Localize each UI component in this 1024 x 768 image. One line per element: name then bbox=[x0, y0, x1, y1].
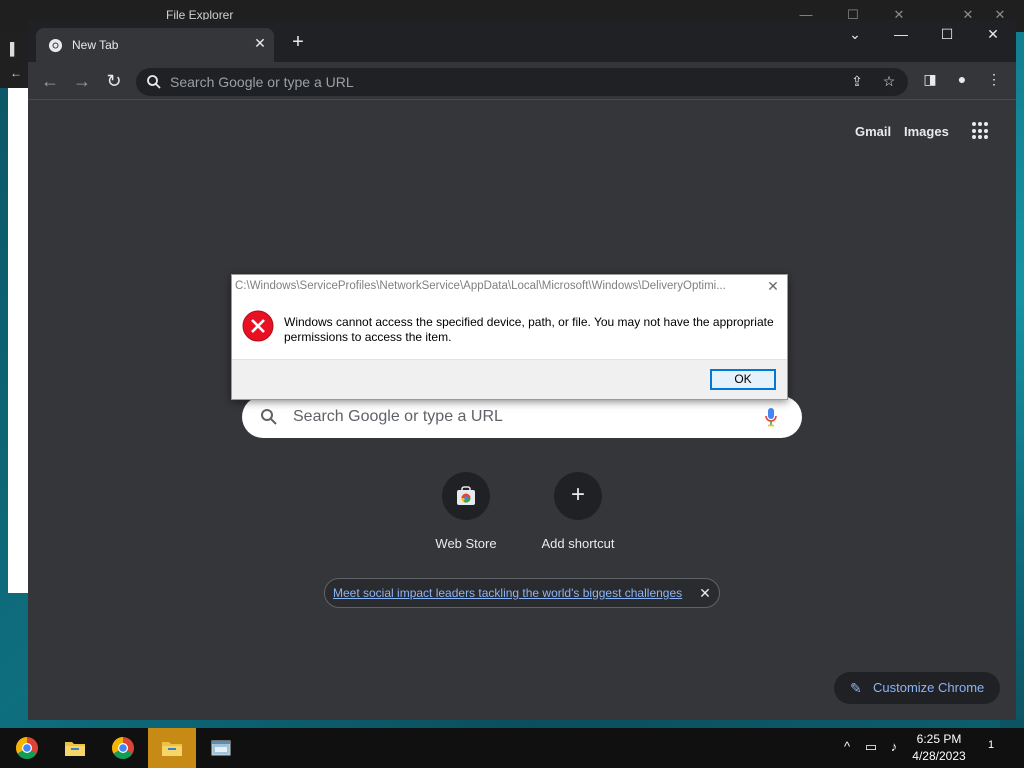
file-explorer-pane bbox=[8, 88, 28, 593]
star-icon[interactable]: ☆ bbox=[880, 73, 898, 91]
address-bar[interactable]: Search Google or type a URL ⇪ ☆ bbox=[136, 68, 908, 96]
file-explorer-nav-icon: ▌ bbox=[10, 42, 19, 56]
error-dialog: C:\Windows\ServiceProfiles\NetworkServic… bbox=[231, 274, 788, 400]
close-icon[interactable]: ✕ bbox=[764, 278, 782, 295]
minimize-icon[interactable]: — bbox=[888, 26, 914, 46]
maximize-icon[interactable]: ☐ bbox=[934, 26, 960, 46]
ntp-search-box[interactable]: Search Google or type a URL bbox=[242, 396, 802, 438]
apps-grid-icon[interactable] bbox=[972, 122, 990, 140]
tab-title: New Tab bbox=[72, 38, 119, 52]
search-icon bbox=[261, 409, 277, 425]
clock-date: 4/28/2023 bbox=[912, 749, 966, 763]
taskbar-app-chrome[interactable] bbox=[3, 728, 51, 768]
share-icon[interactable]: ⇪ bbox=[848, 73, 866, 91]
notification-center-icon[interactable]: 1 bbox=[982, 739, 1000, 757]
network-icon[interactable]: ▭ bbox=[862, 739, 880, 757]
close-icon[interactable]: ✕ bbox=[697, 585, 713, 602]
shortcut-add[interactable]: + Add shortcut bbox=[528, 472, 628, 551]
reload-icon[interactable]: ↻ bbox=[103, 71, 125, 93]
shortcut-tile: + bbox=[554, 472, 602, 520]
customize-chrome-label: Customize Chrome bbox=[873, 680, 985, 695]
app-window-icon bbox=[211, 740, 231, 756]
taskbar-app-file-explorer-active[interactable] bbox=[148, 728, 196, 768]
chrome-icon bbox=[48, 38, 63, 53]
close-icon[interactable]: ✕ bbox=[251, 35, 269, 52]
volume-icon[interactable]: ♪ bbox=[885, 739, 903, 757]
promo-banner: Meet social impact leaders tackling the … bbox=[324, 578, 720, 608]
gmail-link[interactable]: Gmail bbox=[855, 124, 891, 139]
tab-new-tab[interactable]: New Tab ✕ bbox=[36, 28, 274, 62]
folder-icon bbox=[162, 742, 182, 756]
error-icon bbox=[242, 310, 274, 342]
address-bar-placeholder: Search Google or type a URL bbox=[170, 74, 354, 90]
chrome-icon bbox=[112, 737, 134, 759]
plus-icon[interactable]: + bbox=[286, 32, 310, 52]
forward-arrow-icon[interactable]: → bbox=[71, 71, 93, 93]
dialog-title: C:\Windows\ServiceProfiles\NetworkServic… bbox=[235, 280, 726, 292]
more-menu-icon[interactable]: ⋮ bbox=[984, 71, 1004, 91]
chevron-down-icon[interactable]: ⌄ bbox=[842, 26, 868, 46]
shortcut-tile bbox=[442, 472, 490, 520]
chevron-up-icon[interactable]: ^ bbox=[838, 739, 856, 757]
notification-count: 1 bbox=[987, 739, 995, 751]
folder-icon bbox=[65, 742, 85, 756]
shortcut-web-store[interactable]: Web Store bbox=[416, 472, 516, 551]
system-clock[interactable]: 6:25 PM 4/28/2023 bbox=[904, 731, 974, 765]
side-panel-icon[interactable]: ◨ bbox=[920, 71, 940, 91]
web-store-icon bbox=[457, 486, 475, 505]
dialog-message: Windows cannot access the specified devi… bbox=[284, 315, 774, 344]
shortcut-label: Web Store bbox=[435, 536, 497, 551]
taskbar-app-file-explorer[interactable] bbox=[51, 728, 99, 768]
pencil-icon: ✎ bbox=[850, 680, 862, 696]
ok-button[interactable]: OK bbox=[710, 369, 776, 390]
taskbar: ^ ▭ ♪ 6:25 PM 4/28/2023 1 bbox=[0, 728, 1024, 768]
promo-link[interactable]: Meet social impact leaders tackling the … bbox=[333, 586, 682, 600]
file-explorer-edge: ▌ ← bbox=[0, 32, 28, 88]
browser-toolbar: ← → ↻ Search Google or type a URL ⇪ ☆ ◨ … bbox=[28, 62, 1016, 100]
taskbar-app-window[interactable] bbox=[197, 728, 245, 768]
back-arrow-icon: ← bbox=[10, 66, 22, 80]
close-icon[interactable]: ✕ bbox=[980, 26, 1006, 46]
ntp-search-placeholder: Search Google or type a URL bbox=[293, 408, 503, 425]
microphone-icon[interactable] bbox=[764, 407, 778, 427]
taskbar-app-chrome[interactable] bbox=[99, 728, 147, 768]
tab-strip: New Tab ✕ + ⌄ — ☐ ✕ bbox=[28, 20, 1016, 62]
plus-icon: + bbox=[570, 481, 585, 508]
customize-chrome-button[interactable]: ✎ Customize Chrome bbox=[834, 672, 1000, 704]
chrome-icon bbox=[16, 737, 38, 759]
back-arrow-icon[interactable]: ← bbox=[39, 71, 61, 93]
shortcut-label: Add shortcut bbox=[541, 536, 615, 551]
dialog-footer: OK bbox=[232, 359, 787, 399]
images-link[interactable]: Images bbox=[904, 124, 949, 139]
search-icon bbox=[147, 75, 161, 89]
profile-icon[interactable]: ● bbox=[952, 71, 972, 91]
clock-time: 6:25 PM bbox=[916, 732, 962, 746]
